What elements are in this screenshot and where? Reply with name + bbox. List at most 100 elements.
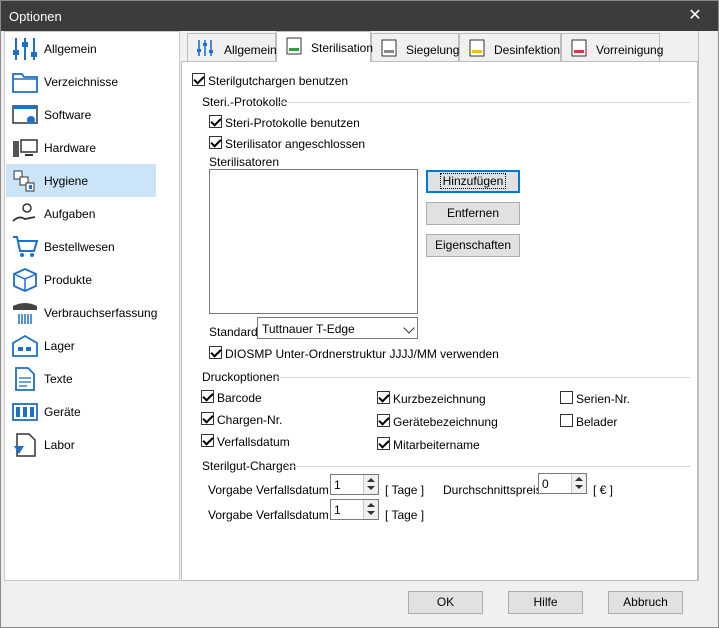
- sterilizers-label: Sterilisatoren: [209, 155, 280, 169]
- close-icon[interactable]: ✕: [672, 1, 718, 31]
- red-book-icon: [571, 39, 587, 57]
- expiry2-unit: [ Tage ]: [385, 508, 425, 522]
- use-protocols-checkbox[interactable]: [209, 115, 222, 128]
- sidebar-item-verzeichnisse[interactable]: Verzeichnisse: [6, 65, 156, 98]
- sidebar-item-labor[interactable]: Labor: [6, 428, 156, 461]
- avg-price-value: 0: [542, 477, 549, 491]
- green-book-icon: [286, 37, 302, 55]
- avg-price-spinner[interactable]: 0: [538, 473, 587, 494]
- cube-icon: [13, 268, 37, 292]
- spinner-buttons[interactable]: [363, 475, 378, 494]
- print-barcode-label: Barcode: [217, 391, 262, 405]
- spin-up-icon[interactable]: [367, 503, 375, 507]
- print-employee-name-checkbox[interactable]: [377, 437, 390, 450]
- text-document-icon: [15, 367, 35, 391]
- print-short-name-checkbox[interactable]: [377, 391, 390, 404]
- ok-button[interactable]: OK: [408, 591, 483, 614]
- sidebar-item-hygiene[interactable]: Hygiene: [6, 164, 156, 197]
- group-title-protocols: Steri.-Protokolle: [202, 95, 288, 109]
- sidebar-item-software[interactable]: Software: [6, 98, 156, 131]
- print-expiry-checkbox[interactable]: [201, 434, 214, 447]
- sidebar-item-label: Produkte: [44, 273, 93, 287]
- print-batch-number-label: Chargen-Nr.: [217, 413, 283, 427]
- properties-button[interactable]: Eigenschaften: [426, 234, 520, 257]
- print-employee-name-label: Mitarbeitername: [393, 438, 480, 452]
- sidebar-item-texte[interactable]: Texte: [6, 362, 156, 395]
- sidebar-item-verbrauchserfassung[interactable]: Verbrauchserfassung: [6, 296, 157, 329]
- panel-border: [698, 31, 699, 581]
- diosmp-label: DIOSMP Unter-Ordnerstruktur JJJJ/MM verw…: [225, 347, 499, 361]
- sidebar-item-label: Hardware: [44, 141, 97, 155]
- group-title-batches: Sterilgut-Chargen: [202, 459, 297, 473]
- spinner-buttons[interactable]: [571, 474, 586, 493]
- spin-up-icon[interactable]: [367, 478, 375, 482]
- sidebar-item-aufgaben[interactable]: Aufgaben: [6, 197, 156, 230]
- print-serial-number-label: Serien-Nr.: [576, 392, 631, 406]
- remove-button[interactable]: Entfernen: [426, 202, 520, 225]
- group-divider: [276, 377, 690, 378]
- sidebar-item-hardware[interactable]: Hardware: [6, 131, 156, 164]
- avg-price-unit: [ € ]: [593, 483, 614, 497]
- add-button[interactable]: Hinzufügen: [426, 170, 520, 193]
- tab-siegelung[interactable]: Siegelung: [371, 33, 459, 61]
- print-loader-label: Belader: [576, 415, 618, 429]
- sidebar-item-geraete[interactable]: Geräte: [6, 395, 156, 428]
- print-batch-number-checkbox[interactable]: [201, 412, 214, 425]
- print-expiry-label: Verfallsdatum: [217, 435, 290, 449]
- sterilizers-list[interactable]: [209, 169, 418, 314]
- spin-down-icon[interactable]: [367, 486, 375, 490]
- remove-button-label: Entfernen: [446, 206, 500, 220]
- gray-book-icon: [381, 39, 397, 57]
- help-button[interactable]: Hilfe: [508, 591, 583, 614]
- print-loader-checkbox[interactable]: [560, 414, 573, 427]
- properties-button-label: Eigenschaften: [434, 238, 512, 252]
- tab-vorreinigung[interactable]: Vorreinigung: [561, 33, 663, 61]
- tab-sterilisation[interactable]: Sterilisation: [276, 31, 373, 62]
- group-divider: [279, 102, 690, 103]
- expiry2-spinner[interactable]: 1: [330, 499, 379, 520]
- sliders-icon: [197, 40, 213, 56]
- use-batches-label: Sterilgutchargen benutzen: [208, 74, 349, 88]
- title-bar: Optionen ✕: [1, 1, 718, 31]
- sliders-icon: [13, 38, 37, 60]
- group-title-print-options: Druckoptionen: [202, 370, 280, 384]
- sidebar-item-label: Bestellwesen: [44, 240, 115, 254]
- avg-price-label: Durchschnittspreis: [443, 483, 542, 497]
- print-barcode-checkbox[interactable]: [201, 390, 214, 403]
- sidebar-item-bestellwesen[interactable]: Bestellwesen: [6, 230, 156, 263]
- sterilizer-connected-label: Sterilisator angeschlossen: [225, 137, 366, 151]
- tab-allgemein[interactable]: Allgemein: [187, 33, 277, 61]
- sidebar-item-label: Lager: [44, 339, 75, 353]
- expiry1-spinner[interactable]: 1: [330, 474, 379, 495]
- use-batches-checkbox[interactable]: [192, 73, 205, 86]
- sidebar-item-label: Verzeichnisse: [44, 75, 119, 89]
- spin-up-icon[interactable]: [575, 477, 583, 481]
- folder-icon: [12, 73, 38, 93]
- standard-select-value: Tuttnauer T-Edge: [262, 322, 355, 336]
- tab-desinfektion[interactable]: Desinfektion: [459, 33, 561, 61]
- print-serial-number-checkbox[interactable]: [560, 391, 573, 404]
- sidebar-item-allgemein[interactable]: Allgemein: [6, 32, 156, 65]
- sidebar-item-produkte[interactable]: Produkte: [6, 263, 156, 296]
- devices-icon: [12, 403, 38, 421]
- expiry2-value: 1: [334, 503, 341, 517]
- cancel-button[interactable]: Abbruch: [608, 591, 683, 614]
- print-short-name-label: Kurzbezeichnung: [393, 392, 486, 406]
- diosmp-checkbox[interactable]: [209, 346, 222, 359]
- hygiene-icon: [13, 170, 35, 192]
- tasks-icon: [12, 203, 36, 222]
- use-protocols-label: Steri-Protokolle benutzen: [225, 116, 360, 130]
- group-divider: [287, 466, 690, 467]
- tab-label: Siegelung: [406, 43, 460, 57]
- cart-icon: [13, 236, 39, 257]
- spin-down-icon[interactable]: [367, 511, 375, 515]
- sidebar-item-label: Geräte: [44, 405, 81, 419]
- expiry2-label: Vorgabe Verfallsdatum 2: [208, 508, 339, 522]
- standard-select[interactable]: Tuttnauer T-Edge: [257, 317, 418, 339]
- chevron-down-icon: [403, 322, 415, 334]
- spinner-buttons[interactable]: [363, 500, 378, 519]
- print-device-name-checkbox[interactable]: [377, 414, 390, 427]
- sterilizer-connected-checkbox[interactable]: [209, 136, 222, 149]
- sidebar-item-lager[interactable]: Lager: [6, 329, 156, 362]
- spin-down-icon[interactable]: [575, 485, 583, 489]
